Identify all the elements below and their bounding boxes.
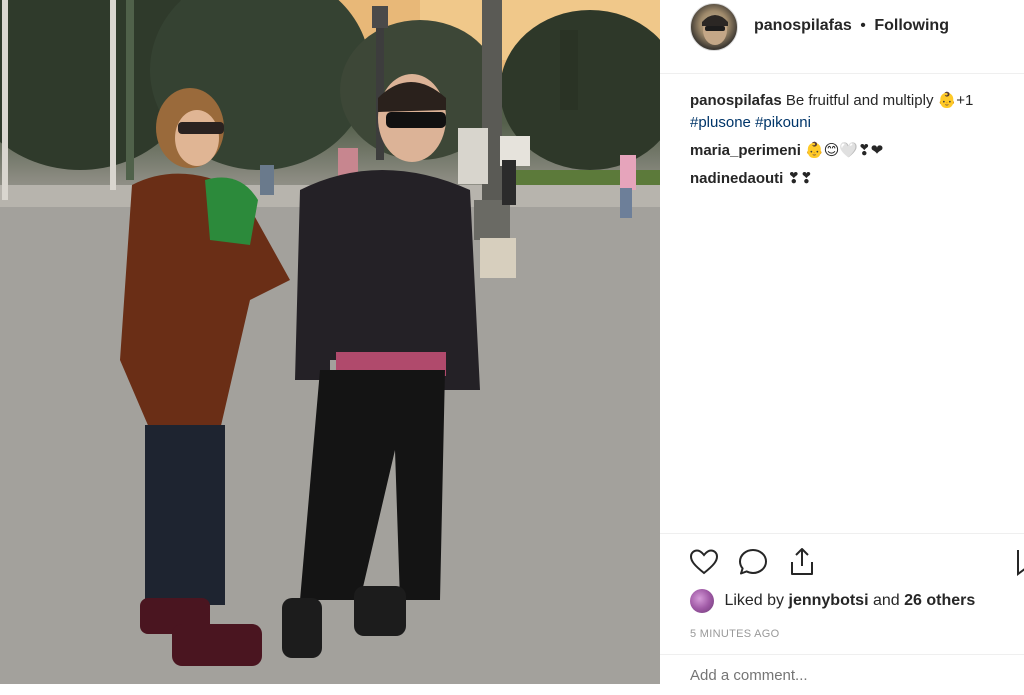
add-comment-input[interactable] [690,667,990,684]
likes-conjunction: and [872,592,900,610]
comments-list: panospilafas Be fruitful and multiply 👶+… [690,90,1010,196]
likes-summary: Liked by jennybotsi and 26 others [690,589,975,613]
comment-username[interactable]: panospilafas [690,92,782,109]
photo-illustration [0,0,660,684]
comment-text: ❣❣ [787,170,813,187]
post-details-panel: panospilafas • Following panospilafas Be… [660,0,1024,684]
comment-text: 👶😊🤍❣❤ [805,142,884,159]
comment-bubble-icon[interactable] [737,546,769,578]
comment-text: Be fruitful and multiply 👶+1 [785,92,974,109]
comment-item: nadinedaouti ❣❣ [690,168,1010,190]
heart-icon[interactable] [688,546,720,578]
user-avatar[interactable] [690,3,738,51]
comment-item: maria_perimeni 👶😊🤍❣❤ [690,140,1010,162]
likes-others-link[interactable]: 26 others [904,592,975,609]
post-header: panospilafas • Following [660,0,1024,74]
share-icon[interactable] [786,546,818,578]
caption-comment: panospilafas Be fruitful and multiply 👶+… [690,90,1010,134]
liker-avatar[interactable] [690,589,714,613]
post-actions: Liked by jennybotsi and 26 others 5 MINU… [660,533,1024,685]
comment-username[interactable]: nadinedaouti [690,170,783,187]
header-username[interactable]: panospilafas [754,17,852,34]
avatar-face-icon [702,15,728,45]
likes-prefix: Liked by [724,592,785,610]
header-separator: • [860,17,866,34]
post-photo[interactable] [0,0,660,684]
header-text: panospilafas • Following [754,17,949,35]
add-comment-row [660,654,1024,695]
hashtag-link[interactable]: #plusone [690,114,751,131]
bookmark-icon[interactable] [1016,546,1024,578]
post-timestamp[interactable]: 5 MINUTES AGO [690,628,779,640]
hashtag-link[interactable]: #pikouni [755,114,811,131]
comment-username[interactable]: maria_perimeni [690,142,801,159]
liker-username[interactable]: jennybotsi [789,592,869,609]
following-button[interactable]: Following [874,17,949,34]
